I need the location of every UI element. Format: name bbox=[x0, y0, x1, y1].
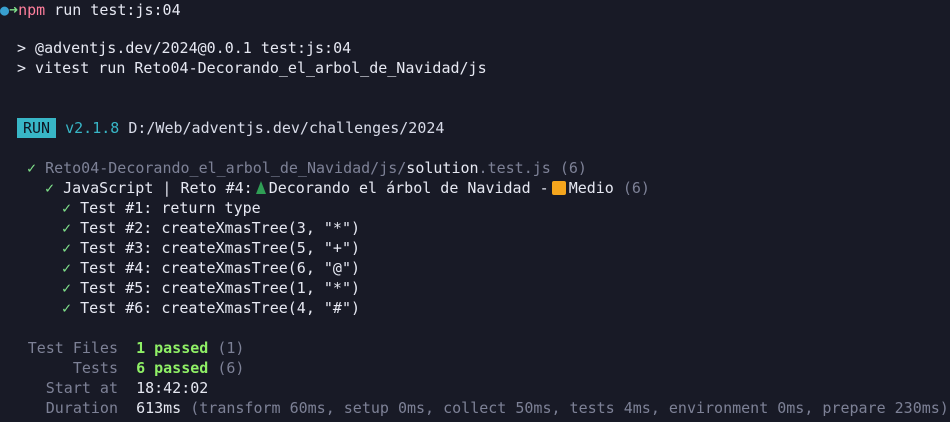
summary-start: Start at 18:42:02 bbox=[26, 378, 209, 398]
test-row: ✓ Test #6: createXmasTree(4, "#") bbox=[62, 298, 360, 318]
test-name: Test #5: createXmasTree(1, "*") bbox=[80, 279, 361, 297]
file-test-count: (6) bbox=[559, 159, 587, 177]
test-name: Test #1: return type bbox=[80, 199, 261, 217]
summary-label: Start at bbox=[45, 379, 118, 397]
run-badge: RUN bbox=[17, 118, 57, 138]
npm-output-line-1: > @adventjs.dev/2024@0.0.1 test:js:04 bbox=[17, 38, 351, 58]
file-name: solution bbox=[406, 159, 479, 177]
summary-start-time: 18:42:02 bbox=[136, 379, 209, 397]
npm-script-command: > vitest run Reto04-Decorando_el_arbol_d… bbox=[17, 59, 487, 77]
summary-duration: Duration 613ms (transform 60ms, setup 0m… bbox=[26, 398, 949, 418]
summary-label: Duration bbox=[45, 399, 118, 417]
pass-check-icon: ✓ bbox=[62, 239, 72, 257]
suite-line: ✓ JavaScript | Reto #4: Decorando el árbo… bbox=[45, 178, 650, 198]
summary-total: (1) bbox=[217, 339, 245, 357]
vitest-version: v2.1.8 bbox=[65, 119, 120, 137]
pass-check-icon: ✓ bbox=[62, 259, 72, 277]
npm-output-line-2: > vitest run Reto04-Decorando_el_arbol_d… bbox=[17, 58, 487, 78]
christmas-tree-icon bbox=[255, 181, 266, 194]
summary-duration-total: 613ms bbox=[136, 399, 182, 417]
pass-check-icon: ✓ bbox=[27, 159, 37, 177]
summary-total: (6) bbox=[217, 359, 245, 377]
file-result-line: ✓ Reto04-Decorando_el_arbol_de_Navidad/j… bbox=[27, 158, 587, 178]
test-name: Test #2: createXmasTree(3, "*") bbox=[80, 219, 361, 237]
command-name: npm bbox=[18, 1, 46, 19]
summary-duration-detail: (transform 60ms, setup 0ms, collect 50ms… bbox=[190, 399, 949, 417]
test-name: Test #6: createXmasTree(4, "#") bbox=[80, 299, 361, 317]
pass-check-icon: ✓ bbox=[62, 219, 72, 237]
orange-square-icon bbox=[551, 181, 566, 195]
pass-check-icon: ✓ bbox=[45, 179, 55, 197]
test-name: Test #3: createXmasTree(5, "+") bbox=[80, 239, 361, 257]
test-row: ✓ Test #4: createXmasTree(6, "@") bbox=[62, 258, 360, 278]
pass-check-icon: ✓ bbox=[62, 279, 72, 297]
npm-script-info: > @adventjs.dev/2024@0.0.1 test:js:04 bbox=[17, 39, 352, 57]
summary-test-files: Test Files 1 passed (1) bbox=[26, 338, 245, 358]
difficulty-label: Medio bbox=[568, 179, 614, 197]
file-path-prefix: Reto04-Decorando_el_arbol_de_Navidad/js/ bbox=[45, 159, 407, 177]
test-row: ✓ Test #5: createXmasTree(1, "*") bbox=[62, 278, 360, 298]
summary-passed: 1 passed bbox=[136, 339, 209, 357]
run-header: RUN v2.1.8 D:/Web/adventjs.dev/challenge… bbox=[17, 118, 444, 138]
summary-tests: Tests 6 passed (6) bbox=[26, 358, 245, 378]
test-row: ✓ Test #2: createXmasTree(3, "*") bbox=[62, 218, 360, 238]
suite-title-part-1: JavaScript | Reto #4: bbox=[63, 179, 253, 197]
prompt-arrow-icon: ➜ bbox=[9, 1, 19, 19]
test-row: ✓ Test #3: createXmasTree(5, "+") bbox=[62, 238, 360, 258]
prompt-dot-icon: ● bbox=[0, 1, 10, 19]
file-extension: .test.js bbox=[478, 159, 551, 177]
pass-check-icon: ✓ bbox=[62, 299, 72, 317]
summary-label: Tests bbox=[72, 359, 118, 377]
summary-label: Test Files bbox=[27, 339, 118, 357]
command-args: run test:js:04 bbox=[45, 1, 181, 19]
pass-check-icon: ✓ bbox=[62, 199, 72, 217]
prompt-line: ●➜npm run test:js:04 bbox=[0, 0, 181, 20]
suite-title-part-2: Decorando el árbol de Navidad - bbox=[268, 179, 549, 197]
terminal-window: ●➜npm run test:js:04 > @adventjs.dev/202… bbox=[0, 0, 950, 422]
suite-test-count: (6) bbox=[622, 179, 650, 197]
test-row: ✓ Test #1: return type bbox=[62, 198, 261, 218]
working-directory: D:/Web/adventjs.dev/challenges/2024 bbox=[128, 119, 445, 137]
test-name: Test #4: createXmasTree(6, "@") bbox=[80, 259, 361, 277]
summary-passed: 6 passed bbox=[136, 359, 209, 377]
